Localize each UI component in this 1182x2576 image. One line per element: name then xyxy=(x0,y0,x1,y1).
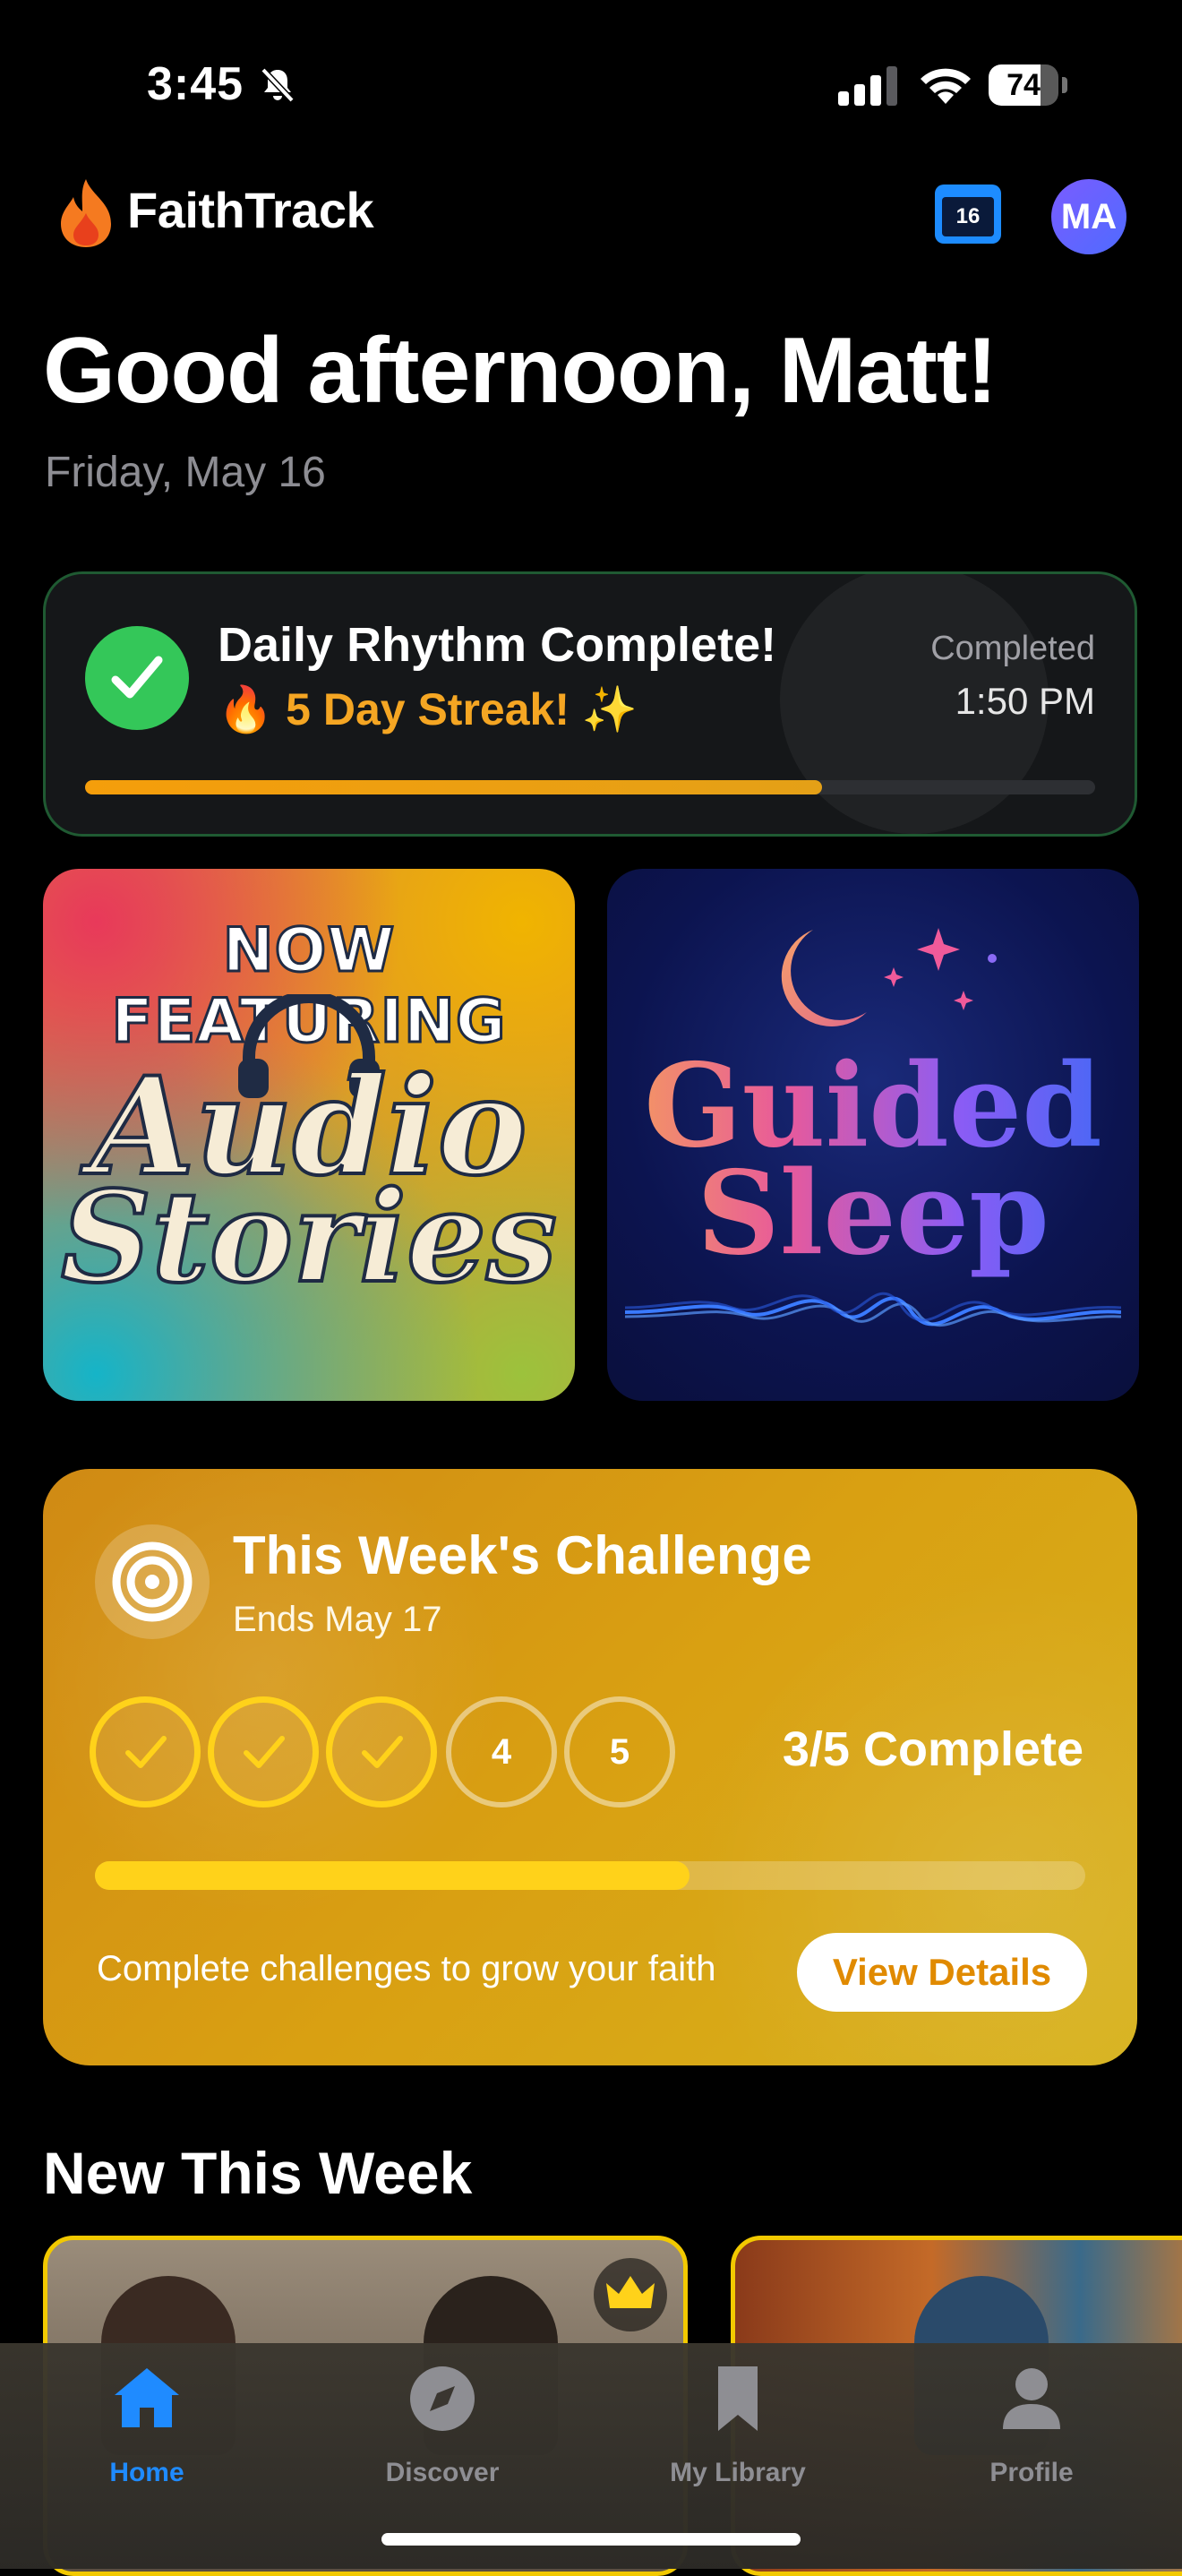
audio-stories-tile[interactable]: NOW FEATURING Audio Stories xyxy=(43,869,575,1401)
wifi-icon xyxy=(921,68,971,104)
challenge-progress-bar xyxy=(95,1861,1085,1890)
person-icon xyxy=(1003,2368,1060,2429)
rhythm-progress-bar xyxy=(85,780,1095,794)
status-time: 3:45 xyxy=(147,58,244,110)
cellular-signal-icon xyxy=(838,66,897,106)
tab-profile[interactable]: Profile xyxy=(942,2363,1121,2488)
feature-title-line2: Stories xyxy=(59,1163,559,1313)
battery-icon: 74 xyxy=(989,64,1067,106)
day-number: 5 xyxy=(609,1732,630,1772)
rhythm-progress-fill xyxy=(85,780,823,794)
challenge-progress-fill xyxy=(95,1861,690,1890)
flame-logo-icon xyxy=(61,179,111,247)
streak-text: 🔥 5 Day Streak! ✨ xyxy=(218,684,638,734)
greeting-title: Good afternoon, Matt! xyxy=(43,319,998,423)
challenge-day-3 xyxy=(326,1696,437,1807)
status-bar: 3:45 74 xyxy=(0,0,1182,170)
challenge-day-5: 5 xyxy=(564,1696,675,1807)
checkmark-icon xyxy=(244,1736,285,1768)
challenge-title: This Week's Challenge xyxy=(233,1525,812,1585)
challenge-day-1 xyxy=(90,1696,201,1807)
crown-icon xyxy=(594,2258,667,2331)
bell-mute-icon xyxy=(261,67,295,103)
tab-label: My Library xyxy=(670,2458,806,2487)
tab-discover[interactable]: Discover xyxy=(353,2363,532,2488)
app-name: FaithTrack xyxy=(127,182,374,238)
tab-my-library[interactable]: My Library xyxy=(648,2363,827,2488)
tab-label: Profile xyxy=(989,2458,1074,2487)
challenge-deadline: Ends May 17 xyxy=(233,1600,442,1639)
check-circle-icon xyxy=(85,626,189,730)
calendar-button[interactable]: 16 xyxy=(935,185,1001,244)
checkmark-icon xyxy=(125,1736,167,1768)
checkmark-icon xyxy=(362,1736,403,1768)
compass-icon xyxy=(410,2366,475,2431)
weekly-challenge-card[interactable]: This Week's Challenge Ends May 17 4 5 3/… xyxy=(43,1469,1137,2065)
rhythm-title: Daily Rhythm Complete! xyxy=(218,618,777,672)
challenge-status: 3/5 Complete xyxy=(782,1722,1084,1776)
battery-percent: 74 xyxy=(1006,68,1041,102)
completed-time: 1:50 PM xyxy=(955,680,1095,722)
completed-label: Completed xyxy=(930,630,1095,667)
target-icon xyxy=(95,1524,210,1639)
section-title: New This Week xyxy=(43,2140,473,2206)
challenge-note: Complete challenges to grow your faith xyxy=(97,1949,716,1988)
bookmark-icon xyxy=(718,2366,758,2431)
tab-home[interactable]: Home xyxy=(57,2363,236,2488)
home-indicator xyxy=(381,2533,801,2546)
sound-wave-graphic xyxy=(625,1292,1121,1327)
feature-title-line2: Sleep xyxy=(607,1146,1139,1281)
calendar-day: 16 xyxy=(955,204,981,228)
view-details-button[interactable]: View Details xyxy=(797,1933,1087,2012)
day-number: 4 xyxy=(491,1732,512,1772)
challenge-day-2 xyxy=(208,1696,319,1807)
challenge-day-4: 4 xyxy=(446,1696,557,1807)
moon-stars-icon xyxy=(781,928,997,1026)
home-icon xyxy=(115,2368,179,2427)
tab-label: Home xyxy=(109,2458,184,2487)
guided-sleep-tile[interactable]: Guided Sleep xyxy=(607,869,1139,1401)
avatar[interactable]: MA xyxy=(1051,179,1126,254)
daily-rhythm-card[interactable]: Daily Rhythm Complete! 🔥 5 Day Streak! ✨… xyxy=(43,571,1137,837)
current-date: Friday, May 16 xyxy=(45,449,326,496)
tab-label: Discover xyxy=(385,2458,500,2487)
app-header: FaithTrack 16 MA xyxy=(0,170,1182,260)
